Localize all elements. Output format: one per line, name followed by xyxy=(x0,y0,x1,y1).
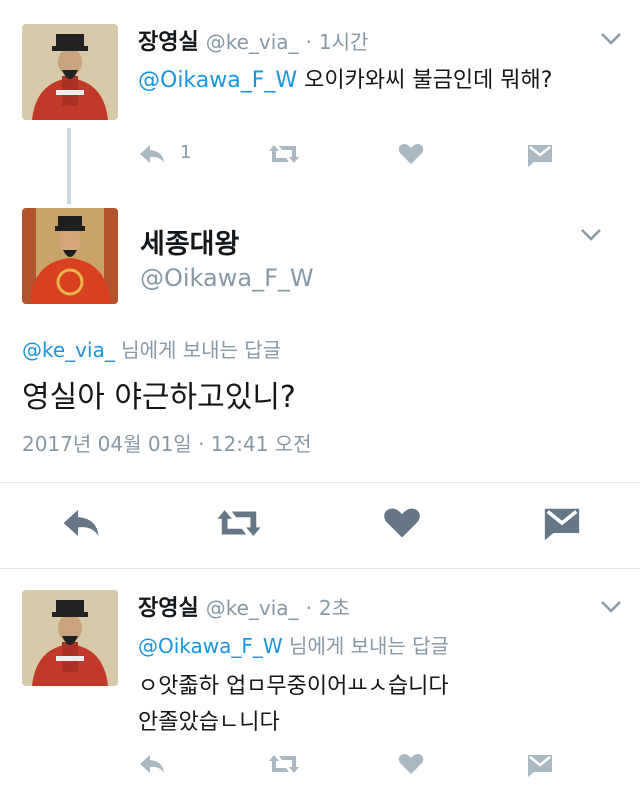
avatar[interactable] xyxy=(22,590,118,686)
tweet-actions xyxy=(138,753,558,777)
tweet-text-line2: 안졸았습ㄴ니다 xyxy=(138,710,280,735)
chevron-down-icon[interactable] xyxy=(600,600,622,614)
retweet-icon[interactable] xyxy=(268,143,300,165)
author-name[interactable]: 장영실 xyxy=(138,30,199,55)
tweet-parent[interactable]: 장영실 @ke_via_ · 1시간 @Oikawa_F_W 오이카와씨 불금인… xyxy=(0,0,640,190)
chevron-down-icon[interactable] xyxy=(580,228,602,242)
king-portrait-image xyxy=(22,208,118,304)
retweet-icon[interactable] xyxy=(268,753,300,775)
avatar[interactable] xyxy=(22,208,118,304)
divider xyxy=(0,482,640,483)
avatar[interactable] xyxy=(22,24,118,120)
heart-icon[interactable] xyxy=(398,143,424,165)
tweet-header: 장영실 @ke_via_ · 1시간 xyxy=(138,24,368,56)
envelope-icon[interactable] xyxy=(542,505,582,541)
scholar-portrait-image xyxy=(22,24,118,120)
author-handle[interactable]: @Oikawa_F_W xyxy=(140,264,314,292)
reply-count: 1 xyxy=(180,142,192,163)
author-handle[interactable]: @ke_via_ xyxy=(206,30,299,54)
separator-dot: · xyxy=(305,596,312,620)
retweet-icon[interactable] xyxy=(216,507,262,539)
reply-context: @Oikawa_F_W 님에게 보내는 답글 xyxy=(138,630,449,659)
divider xyxy=(0,568,640,569)
timestamp[interactable]: 2초 xyxy=(319,596,350,620)
tweet-actions: 1 xyxy=(138,142,558,167)
scholar-portrait-image xyxy=(22,590,118,686)
tweet-actions-large xyxy=(0,505,640,545)
author-handle[interactable]: @ke_via_ xyxy=(206,596,299,620)
tweet-header: 장영실 @ke_via_ · 2초 xyxy=(138,590,350,622)
separator-dot: · xyxy=(305,30,312,54)
reply-to-label: 님에게 보내는 답글 xyxy=(282,634,449,658)
author-name[interactable]: 세종대왕 xyxy=(140,222,239,261)
tweet-reply[interactable]: 장영실 @ke_via_ · 2초 @Oikawa_F_W 님에게 보내는 답글… xyxy=(0,570,640,802)
tweet-text: @Oikawa_F_W 오이카와씨 불금인데 뭐해? xyxy=(138,62,552,94)
tweet-text-body: 오이카와씨 불금인데 뭐해? xyxy=(297,68,553,93)
reply-to-handle[interactable]: @Oikawa_F_W xyxy=(138,634,283,658)
reply-icon[interactable] xyxy=(60,507,102,539)
thread-connector xyxy=(67,128,71,204)
heart-icon[interactable] xyxy=(383,507,421,539)
reply-to-handle[interactable]: @ke_via_ xyxy=(22,338,115,362)
timestamp[interactable]: 1시간 xyxy=(319,30,369,54)
reply-to-label: 님에게 보내는 답글 xyxy=(114,338,282,362)
reply-icon[interactable] xyxy=(138,143,166,165)
envelope-icon[interactable] xyxy=(526,143,554,167)
reply-icon[interactable] xyxy=(138,753,166,775)
mention-link[interactable]: @Oikawa_F_W xyxy=(138,68,297,93)
tweet-text-line1: ㅇ앗졻하 업ㅁ무중이어ㅛㅅ습니다 xyxy=(138,674,449,699)
reply-context: @ke_via_ 님에게 보내는 답글 xyxy=(22,334,281,363)
heart-icon[interactable] xyxy=(398,753,424,775)
author-name[interactable]: 장영실 xyxy=(138,596,199,621)
tweet-text: 영실아 야근하고있니? xyxy=(22,380,296,415)
envelope-icon[interactable] xyxy=(526,753,554,777)
tweet-date[interactable]: 2017년 04월 01일 · 12:41 오전 xyxy=(22,428,312,457)
chevron-down-icon[interactable] xyxy=(600,32,622,46)
